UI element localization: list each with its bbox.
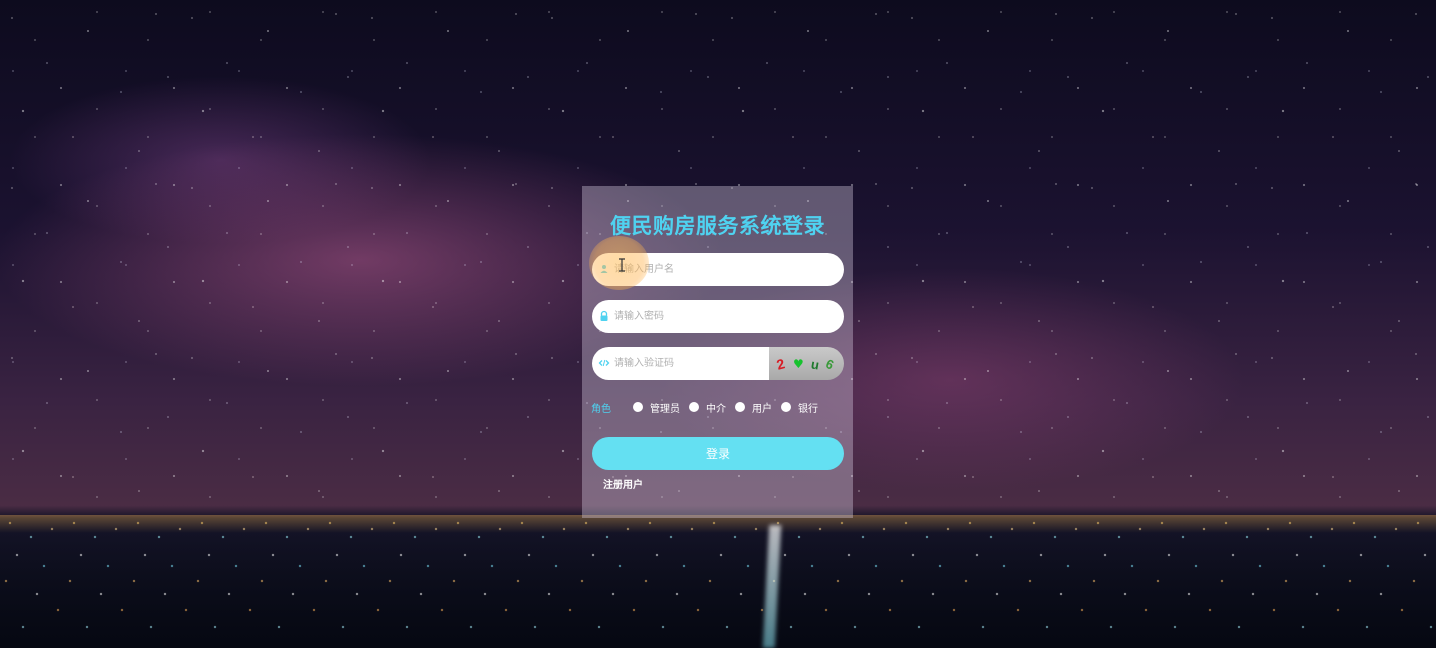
captcha-image[interactable]: 2 ♥ u 6	[769, 347, 844, 380]
role-option-label: 中介	[706, 403, 726, 415]
register-link[interactable]: 注册用户	[603, 476, 643, 491]
captcha-char-4: 6	[823, 356, 836, 373]
captcha-char-2: ♥	[793, 357, 804, 371]
city-lights	[0, 515, 1436, 648]
code-icon	[598, 359, 610, 367]
role-option-bank[interactable]: 银行	[781, 400, 818, 415]
role-label: 角色	[591, 403, 611, 415]
captcha-char-3: u	[810, 356, 820, 372]
radio-button[interactable]	[689, 402, 699, 412]
user-icon	[600, 265, 608, 273]
username-input[interactable]	[614, 253, 814, 286]
username-field-wrapper[interactable]	[592, 253, 844, 286]
lock-icon	[600, 310, 608, 321]
radio-button[interactable]	[781, 402, 791, 412]
radio-button[interactable]	[633, 402, 643, 412]
role-option-agent[interactable]: 中介	[689, 400, 726, 415]
role-option-label: 用户	[752, 403, 772, 415]
role-selector: 角色 管理员 中介 用户 银行	[591, 399, 827, 415]
role-option-admin[interactable]: 管理员	[633, 400, 680, 415]
role-option-label: 银行	[798, 403, 818, 415]
role-option-label: 管理员	[650, 403, 680, 415]
login-button[interactable]: 登录	[592, 437, 844, 470]
captcha-field-wrapper[interactable]	[592, 347, 814, 380]
password-input[interactable]	[614, 300, 814, 333]
page-title: 便民购房服务系统登录	[610, 214, 825, 238]
role-option-user[interactable]: 用户	[735, 400, 772, 415]
password-field-wrapper[interactable]	[592, 300, 844, 333]
radio-button[interactable]	[735, 402, 745, 412]
captcha-char-1: 2	[775, 355, 787, 373]
